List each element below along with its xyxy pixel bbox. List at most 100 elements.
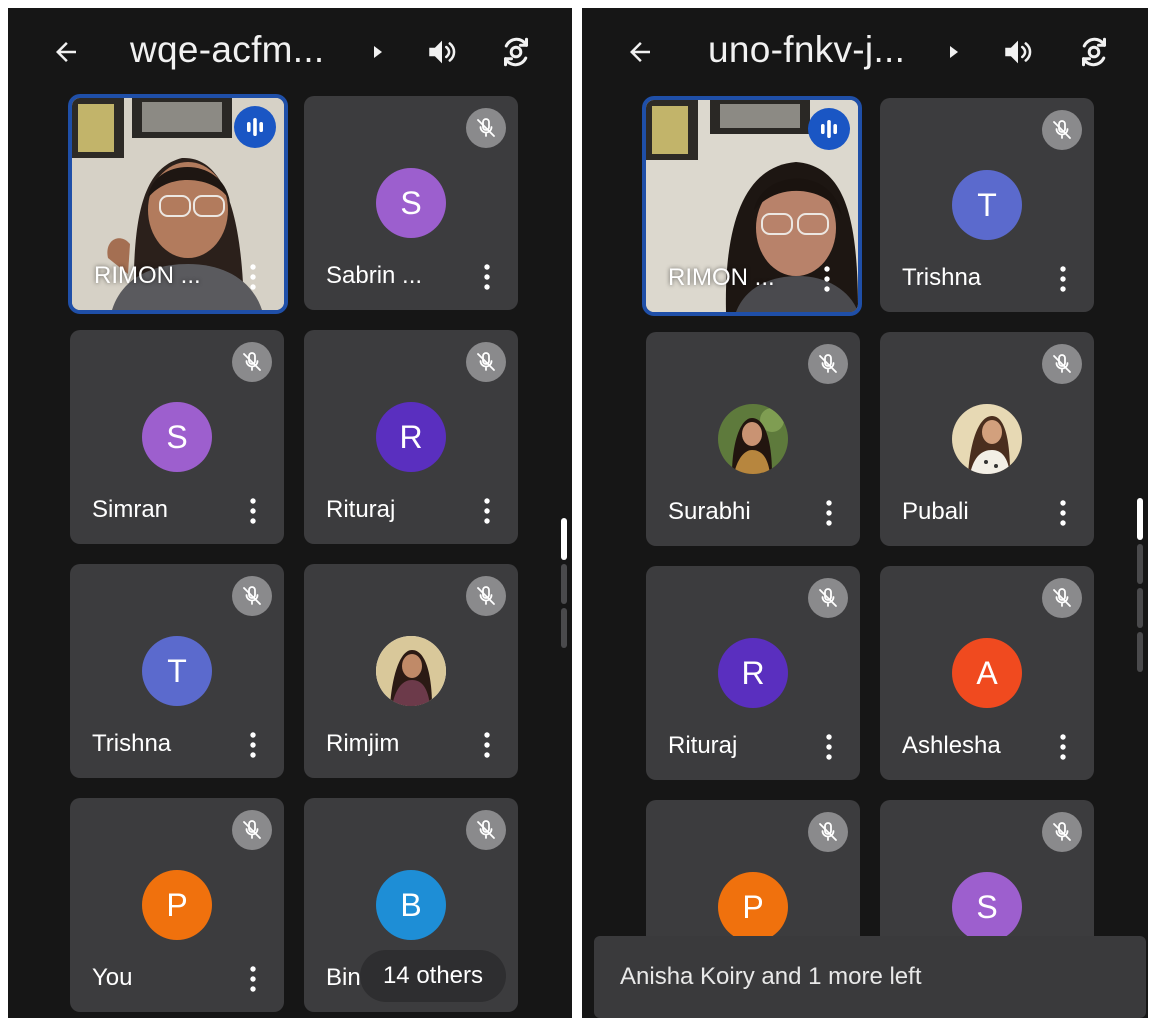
switch-camera-button[interactable] xyxy=(494,30,538,74)
more-vert-icon xyxy=(250,264,256,290)
muted-indicator xyxy=(466,342,506,382)
mic-off-icon xyxy=(243,586,261,605)
switch-camera-button[interactable] xyxy=(1072,30,1116,74)
mic-off-icon xyxy=(819,354,837,373)
muted-indicator xyxy=(232,810,272,850)
participant-tile[interactable]: A Ashlesha xyxy=(880,566,1094,780)
more-options-button[interactable] xyxy=(820,498,838,528)
meeting-code[interactable]: wqe-acfm... xyxy=(130,26,325,74)
profile-photo xyxy=(376,636,446,706)
muted-indicator xyxy=(808,578,848,618)
participant-name: Trishna xyxy=(92,730,172,757)
more-vert-icon xyxy=(484,264,490,290)
more-options-button[interactable] xyxy=(478,496,496,526)
muted-indicator xyxy=(1042,110,1082,150)
participant-name: Pubali xyxy=(902,498,969,525)
meeting-header: wqe-acfm... xyxy=(8,8,572,90)
more-options-button[interactable] xyxy=(1054,498,1072,528)
more-options-button[interactable] xyxy=(244,262,262,292)
muted-indicator xyxy=(808,344,848,384)
more-options-button[interactable] xyxy=(818,264,836,294)
participant-tile[interactable]: R Rituraj xyxy=(646,566,860,780)
muted-indicator xyxy=(466,576,506,616)
participant-avatar: P xyxy=(142,870,212,940)
profile-photo-image xyxy=(718,404,788,474)
participant-name: RIMON ... xyxy=(668,264,775,291)
speaker-icon xyxy=(429,40,456,64)
switch-camera-icon xyxy=(1082,37,1106,67)
back-button[interactable] xyxy=(620,32,660,72)
mic-off-icon xyxy=(1053,822,1071,841)
scrollbar-track xyxy=(1137,544,1143,584)
participant-name: Trishna xyxy=(902,264,982,291)
mic-off-icon xyxy=(477,118,495,137)
mic-off-icon xyxy=(243,352,261,371)
speaking-indicator xyxy=(808,108,850,150)
participant-avatar: P xyxy=(718,872,788,942)
more-options-button[interactable] xyxy=(478,730,496,760)
more-vert-icon xyxy=(250,498,256,524)
mic-off-icon xyxy=(819,822,837,841)
participant-avatar: R xyxy=(718,638,788,708)
mic-off-icon xyxy=(1053,120,1071,139)
meeting-info-button[interactable] xyxy=(368,40,388,64)
switch-camera-icon xyxy=(504,37,528,67)
participant-avatar: R xyxy=(376,402,446,472)
more-options-button[interactable] xyxy=(478,262,496,292)
left-meeting-screen: wqe-acfm... RIMON ... S Sabrin ... S Sim… xyxy=(8,8,572,1018)
mic-off-icon xyxy=(477,820,495,839)
meeting-code[interactable]: uno-fnkv-j... xyxy=(708,26,905,74)
participant-tile[interactable]: P You xyxy=(70,798,284,1012)
more-options-button[interactable] xyxy=(1054,264,1072,294)
participant-tile[interactable]: Rimjim xyxy=(304,564,518,778)
more-vert-icon xyxy=(1060,734,1066,760)
participant-tile[interactable]: T Trishna xyxy=(880,98,1094,312)
participant-name: You xyxy=(92,964,133,991)
scrollbar-thumb[interactable] xyxy=(1137,498,1143,540)
back-button[interactable] xyxy=(46,32,86,72)
scrollbar-thumb[interactable] xyxy=(561,518,567,560)
profile-photo-image xyxy=(376,636,446,706)
audio-output-button[interactable] xyxy=(420,30,464,74)
profile-photo xyxy=(718,404,788,474)
more-vert-icon xyxy=(250,966,256,992)
more-options-button[interactable] xyxy=(244,730,262,760)
participant-avatar: S xyxy=(142,402,212,472)
more-options-button[interactable] xyxy=(820,732,838,762)
more-options-button[interactable] xyxy=(244,496,262,526)
participant-tile[interactable]: RIMON ... xyxy=(642,96,862,316)
participant-video: RIMON ... xyxy=(646,100,858,312)
caret-right-icon xyxy=(950,46,958,58)
participant-name: Rituraj xyxy=(668,732,738,759)
muted-indicator xyxy=(1042,812,1082,852)
participant-name: RIMON ... xyxy=(94,262,201,289)
participant-name: Sabrin ... xyxy=(326,262,423,289)
mic-off-icon xyxy=(243,820,261,839)
scrollbar-track xyxy=(1137,588,1143,628)
participant-avatar: B xyxy=(376,870,446,940)
participant-tile[interactable]: RIMON ... xyxy=(68,94,288,314)
participant-tile[interactable]: Pubali xyxy=(880,332,1094,546)
participant-tile[interactable]: S Sabrin ... xyxy=(304,96,518,310)
right-meeting-screen: uno-fnkv-j... RIMON ... T Trishna Surabh… xyxy=(582,8,1148,1018)
participant-video: RIMON ... xyxy=(72,98,284,310)
more-options-button[interactable] xyxy=(1054,732,1072,762)
scrollbar-track xyxy=(561,564,567,604)
participant-tile[interactable]: Surabhi xyxy=(646,332,860,546)
participant-name: Ashlesha xyxy=(902,732,1001,759)
more-options-button[interactable] xyxy=(244,964,262,994)
more-vert-icon xyxy=(1060,266,1066,292)
audio-output-button[interactable] xyxy=(996,30,1040,74)
participant-tile[interactable]: S Simran xyxy=(70,330,284,544)
mic-off-icon xyxy=(819,588,837,607)
scrollbar-track xyxy=(561,608,567,648)
others-button[interactable]: 14 others xyxy=(360,950,506,1002)
participant-tile[interactable]: T Trishna xyxy=(70,564,284,778)
mic-off-icon xyxy=(1053,588,1071,607)
participant-name: Rituraj xyxy=(326,496,396,523)
participant-tile[interactable]: R Rituraj xyxy=(304,330,518,544)
meeting-header: uno-fnkv-j... xyxy=(582,8,1148,90)
muted-indicator xyxy=(1042,344,1082,384)
meeting-info-button[interactable] xyxy=(944,40,964,64)
profile-photo xyxy=(952,404,1022,474)
